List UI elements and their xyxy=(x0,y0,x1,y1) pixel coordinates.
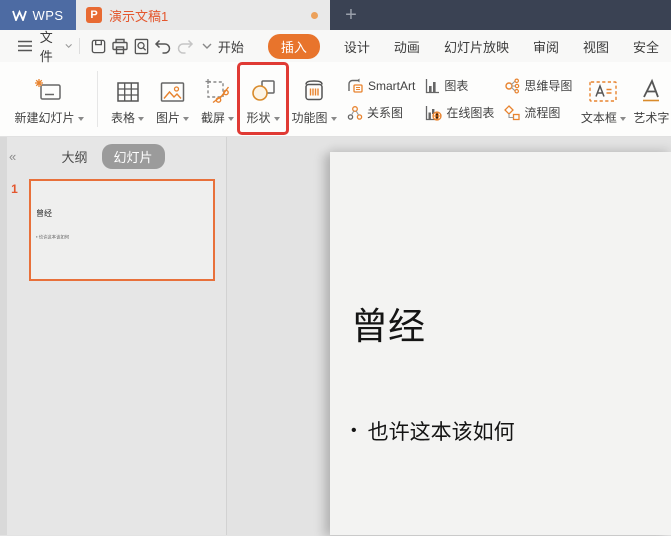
function-diagram-button[interactable]: 功能图 xyxy=(286,66,342,132)
slide-thumbnail-row: 1 曾经 • 也许这本该如何 xyxy=(0,179,226,281)
tab-design[interactable]: 设计 xyxy=(344,37,370,56)
dropdown-caret xyxy=(273,116,280,121)
slide-panel: « 大纲 幻灯片 1 曾经 • 也许这本该如何 xyxy=(0,137,227,535)
ribbon-tab-list: 开始 插入 设计 动画 幻灯片放映 审阅 视图 安全 xyxy=(218,33,659,59)
dropdown-caret xyxy=(619,116,626,121)
table-icon xyxy=(115,72,141,104)
panel-scrollbar[interactable] xyxy=(0,137,7,535)
ribbon: 新建幻灯片 表格 图片 截屏 形状 功能图 SmartArt 关系图 图表 在线… xyxy=(0,62,671,137)
document-tab[interactable]: P 演示文稿1 xyxy=(76,0,330,30)
dropdown-caret xyxy=(138,116,144,121)
thumbnail-title-text: 曾经 xyxy=(36,209,52,218)
slide-bullet-line[interactable]: • 也许这本该如何 xyxy=(351,416,515,446)
toolbar-divider xyxy=(79,38,81,54)
picture-button[interactable]: 图片 xyxy=(150,66,195,132)
new-slide-button[interactable]: 新建幻灯片 xyxy=(8,66,90,132)
wps-logo[interactable]: WPS xyxy=(0,0,76,30)
dropdown-caret xyxy=(330,116,337,121)
presentation-file-icon: P xyxy=(86,7,102,23)
tab-animation[interactable]: 动画 xyxy=(394,37,420,56)
thumbnail-bullet-text: • 也许这本该如何 xyxy=(36,235,70,240)
chevron-down-icon xyxy=(65,43,72,48)
shapes-button-highlight-wrap: 形状 xyxy=(237,62,289,135)
tab-home[interactable]: 开始 xyxy=(218,37,244,56)
editor-workspace: 曾经 • 也许这本该如何 xyxy=(227,137,671,535)
collapse-panel-icon[interactable]: « xyxy=(9,149,16,164)
flowchart-icon xyxy=(504,104,521,120)
outline-tab[interactable]: 大纲 xyxy=(61,147,87,166)
chart-button[interactable]: 图表 xyxy=(425,76,494,96)
online-chart-icon xyxy=(426,105,442,121)
tab-review[interactable]: 审阅 xyxy=(533,37,559,56)
screenshot-button[interactable]: 截屏 xyxy=(195,66,240,132)
print-preview-icon[interactable] xyxy=(131,35,153,57)
ribbon-divider xyxy=(97,71,98,127)
hamburger-menu-icon[interactable] xyxy=(14,35,36,57)
online-chart-button[interactable]: 在线图表 xyxy=(425,103,494,123)
tab-slideshow[interactable]: 幻灯片放映 xyxy=(444,37,509,56)
screenshot-icon xyxy=(204,72,231,104)
chart-icon xyxy=(426,78,440,93)
panel-header: « 大纲 幻灯片 xyxy=(0,137,226,175)
dropdown-caret xyxy=(228,116,234,121)
textbox-button[interactable]: 文本框 xyxy=(577,66,629,132)
mindmap-icon xyxy=(505,77,520,94)
new-slide-icon xyxy=(34,72,64,104)
relation-diagram-icon xyxy=(347,105,363,120)
toolbar-more-chevron-icon[interactable] xyxy=(196,35,218,57)
picture-icon xyxy=(159,72,186,104)
slide-thumbnail[interactable]: 曾经 • 也许这本该如何 xyxy=(29,179,215,281)
dropdown-caret xyxy=(77,116,84,121)
dropdown-caret xyxy=(183,116,189,121)
relation-diagram-button[interactable]: 关系图 xyxy=(347,103,415,123)
mindmap-button[interactable]: 思维导图 xyxy=(504,76,572,96)
titlebar: WPS P 演示文稿1 + xyxy=(0,0,671,30)
undo-icon[interactable] xyxy=(153,35,175,57)
slide-canvas[interactable]: 曾经 • 也许这本该如何 xyxy=(330,152,671,535)
unsaved-indicator-dot xyxy=(311,11,318,19)
save-icon[interactable] xyxy=(87,35,109,57)
bullet-marker: • xyxy=(351,422,357,439)
bullet-text: 也许这本该如何 xyxy=(367,421,515,444)
wordart-button[interactable]: 艺术字 xyxy=(629,66,671,132)
ribbon-small-column-1: SmartArt 关系图 xyxy=(347,76,415,123)
ribbon-small-column-3: 思维导图 流程图 xyxy=(504,76,572,123)
shapes-button[interactable]: 形状 xyxy=(240,66,286,132)
shapes-icon xyxy=(249,72,277,104)
tab-security[interactable]: 安全 xyxy=(633,37,659,56)
slide-title-text[interactable]: 曾经 xyxy=(351,296,425,350)
tab-view[interactable]: 视图 xyxy=(583,37,609,56)
flowchart-button[interactable]: 流程图 xyxy=(504,103,572,123)
function-diagram-icon xyxy=(300,72,328,104)
document-tab-title: 演示文稿1 xyxy=(109,8,169,24)
menubar: 文件 开始 插入 设计 动画 幻灯片放映 审阅 视图 安全 xyxy=(0,27,671,65)
wps-logo-text: WPS xyxy=(32,7,64,23)
slides-tab[interactable]: 幻灯片 xyxy=(101,143,165,169)
content-area: « 大纲 幻灯片 1 曾经 • 也许这本该如何 曾经 • 也许这本该如何 xyxy=(0,137,671,535)
wps-logo-icon xyxy=(12,9,28,21)
new-tab-button[interactable]: + xyxy=(330,0,372,30)
print-icon[interactable] xyxy=(109,35,131,57)
ribbon-small-column-2: 图表 在线图表 xyxy=(425,76,494,123)
wordart-icon xyxy=(638,72,664,104)
tab-insert[interactable]: 插入 xyxy=(267,33,320,59)
table-button[interactable]: 表格 xyxy=(105,66,150,132)
file-menu[interactable]: 文件 xyxy=(40,27,73,65)
textbox-icon xyxy=(588,72,618,104)
smartart-icon xyxy=(348,78,363,93)
redo-icon[interactable] xyxy=(174,35,196,57)
smartart-button[interactable]: SmartArt xyxy=(347,76,415,96)
